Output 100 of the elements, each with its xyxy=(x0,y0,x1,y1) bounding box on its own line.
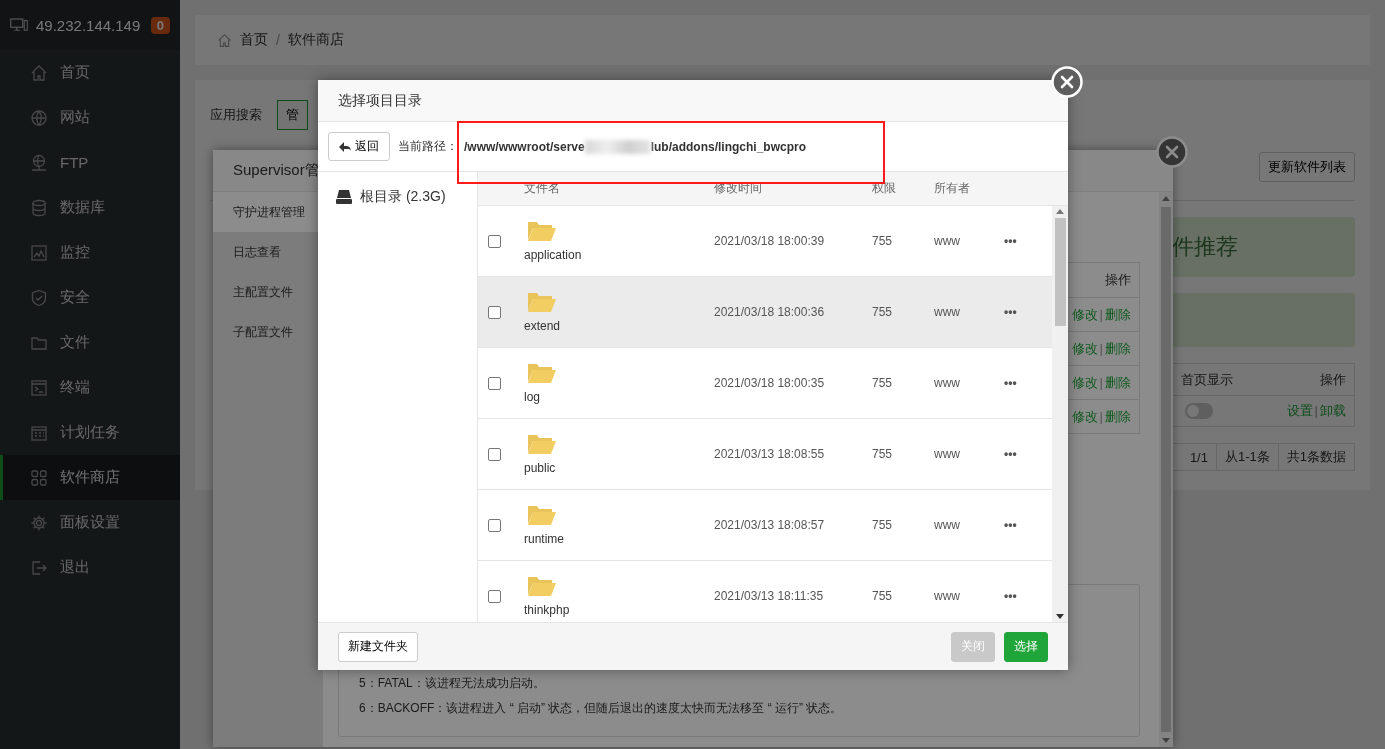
file-row[interactable]: public 2021/03/13 18:08:55 755 www ••• xyxy=(478,419,1052,490)
database-icon xyxy=(30,198,48,217)
network-globe-icon xyxy=(30,153,48,172)
owner: www xyxy=(934,305,961,319)
home-icon xyxy=(30,63,48,82)
separator: | xyxy=(1099,409,1103,424)
checkbox[interactable] xyxy=(488,376,501,390)
more-menu[interactable]: ••• xyxy=(1004,589,1044,603)
pagination-item: 1/1 xyxy=(1188,448,1209,467)
file-name[interactable]: log xyxy=(524,390,714,404)
pagination-item: 共1条数据 xyxy=(1277,444,1354,470)
note-text: 6：BACKOFF：该进程进入 “ 启动” 状态，但随后退出的速度太快而无法移至 “ 运行” 状态。 xyxy=(359,701,844,716)
calendar-icon xyxy=(30,423,48,442)
permission: 755 xyxy=(872,234,894,248)
file-name[interactable]: thinkphp xyxy=(524,603,714,617)
file-row[interactable]: extend 2021/03/18 18:00:36 755 www ••• xyxy=(478,277,1052,348)
scrollbar[interactable] xyxy=(1159,192,1173,747)
more-menu[interactable]: ••• xyxy=(1004,234,1044,248)
file-row[interactable]: runtime 2021/03/13 18:08:57 755 www ••• xyxy=(478,490,1052,561)
action-link[interactable]: 删除 xyxy=(1105,407,1131,426)
owner: www xyxy=(934,234,961,248)
more-menu[interactable]: ••• xyxy=(1004,447,1044,461)
file-row[interactable]: log 2021/03/18 18:00:35 755 www ••• xyxy=(478,348,1052,419)
nav-item[interactable]: 面板设置 xyxy=(0,500,180,545)
column-header: 操作 xyxy=(1320,370,1346,389)
more-menu[interactable]: ••• xyxy=(1004,305,1044,319)
permission: 755 xyxy=(872,376,894,390)
nav-item[interactable]: 退出 xyxy=(0,545,180,590)
more-menu[interactable]: ••• xyxy=(1004,518,1044,532)
manage-button[interactable]: 管 xyxy=(277,100,308,130)
scrollbar[interactable] xyxy=(1052,206,1068,622)
breadcrumb-link[interactable]: 软件商店 xyxy=(287,31,344,49)
action-link[interactable]: 卸载 xyxy=(1320,403,1346,418)
action-link[interactable]: 修改 xyxy=(1071,407,1098,426)
nav-item[interactable]: 监控 xyxy=(0,230,180,275)
grid-icon xyxy=(30,468,48,487)
permission: 755 xyxy=(872,447,894,461)
file-name[interactable]: application xyxy=(524,248,714,262)
toggle-switch[interactable] xyxy=(1185,403,1213,419)
action-link[interactable]: 修改 xyxy=(1071,373,1098,392)
checkbox[interactable] xyxy=(488,305,501,319)
nav-item[interactable]: 数据库 xyxy=(0,185,180,230)
permission: 755 xyxy=(872,305,894,319)
nav-item[interactable]: FTP xyxy=(0,140,180,185)
file-name[interactable]: public xyxy=(524,461,714,475)
action-link[interactable]: 修改 xyxy=(1071,305,1098,324)
home-icon xyxy=(217,32,232,48)
checkbox[interactable] xyxy=(488,589,501,603)
breadcrumb-link[interactable]: 首页 xyxy=(240,31,268,49)
folder-icon xyxy=(527,220,557,242)
separator: | xyxy=(1314,403,1318,418)
action-link[interactable]: 删除 xyxy=(1105,339,1131,358)
nav-item[interactable]: 终端 xyxy=(0,365,180,410)
nav-item[interactable]: 文件 xyxy=(0,320,180,365)
server-address: 49.232.144.149 xyxy=(36,16,142,34)
nav-item[interactable]: 软件商店 xyxy=(0,455,180,500)
up-arrow-icon[interactable] xyxy=(1162,196,1170,201)
back-arrow-icon xyxy=(339,141,351,152)
terminal-icon xyxy=(30,378,48,397)
dialog-title: 选择项目目录 xyxy=(318,80,1068,122)
checkbox[interactable] xyxy=(488,518,501,532)
notification-count: 0 xyxy=(150,16,170,34)
breadcrumb-separator: / xyxy=(276,32,280,48)
file-name[interactable]: extend xyxy=(524,319,714,333)
down-arrow-icon[interactable] xyxy=(1056,614,1064,619)
up-arrow-icon[interactable] xyxy=(1056,209,1064,214)
scroll-thumb[interactable] xyxy=(1161,207,1171,732)
owner: www xyxy=(934,589,961,603)
checkbox[interactable] xyxy=(488,447,501,461)
nav-item[interactable]: 安全 xyxy=(0,275,180,320)
separator: | xyxy=(1099,307,1103,322)
folder-icon xyxy=(527,504,557,526)
scroll-thumb[interactable] xyxy=(1054,218,1066,326)
action-link[interactable]: 修改 xyxy=(1071,339,1098,358)
select-button[interactable]: 选择 xyxy=(1004,631,1048,662)
update-list-button[interactable]: 更新软件列表 xyxy=(1259,152,1355,182)
hard-drive-icon xyxy=(336,190,352,204)
monitor-icon xyxy=(10,16,28,34)
folder-icon xyxy=(527,362,557,384)
nav-item[interactable]: 首页 xyxy=(0,50,180,95)
action-link[interactable]: 删除 xyxy=(1105,373,1131,392)
modified-time: 2021/03/13 18:11:35 xyxy=(714,589,825,603)
pagination-item: 从1-1条 xyxy=(1215,444,1278,470)
more-menu[interactable]: ••• xyxy=(1004,376,1044,390)
action-link[interactable]: 删除 xyxy=(1105,305,1131,324)
new-folder-button[interactable]: 新建文件夹 xyxy=(338,631,418,662)
exit-icon xyxy=(30,558,48,577)
search-label: 应用搜索 xyxy=(210,106,262,124)
action-link[interactable]: 设置 xyxy=(1286,403,1313,418)
folder-icon xyxy=(527,433,557,455)
file-name[interactable]: runtime xyxy=(524,532,714,546)
nav-item[interactable]: 网站 xyxy=(0,95,180,140)
column-header: 操作 xyxy=(1105,271,1131,289)
back-button[interactable]: 返回 xyxy=(328,132,390,161)
modified-time: 2021/03/18 18:00:36 xyxy=(714,305,826,319)
nav-item[interactable]: 计划任务 xyxy=(0,410,180,455)
redaction-blur xyxy=(584,139,651,154)
modified-time: 2021/03/13 18:08:55 xyxy=(714,447,826,461)
checkbox[interactable] xyxy=(488,234,501,248)
owner: www xyxy=(934,376,961,390)
